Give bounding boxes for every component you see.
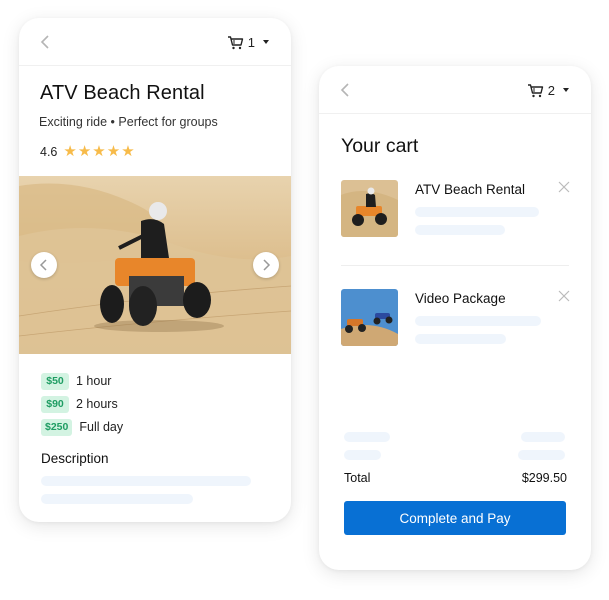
chevron-left-icon [39, 259, 47, 271]
caret-down-icon [563, 88, 569, 92]
total-value: $299.50 [521, 471, 567, 485]
cart-item: ATV Beach Rental [341, 180, 571, 240]
caret-down-icon [263, 40, 269, 44]
price-label: 2 hours [76, 397, 118, 411]
rating-stars: ★ ★ ★ ★ ★ [63, 144, 134, 159]
product-card: 1 ATV Beach Rental Exciting ride • Perfe… [19, 18, 291, 522]
cart-item: Video Package [341, 289, 571, 349]
summary-skeleton [521, 432, 565, 442]
star-icon: ★ [121, 143, 135, 160]
cart-icon [227, 35, 243, 49]
close-icon [558, 290, 570, 302]
cart-item-skeleton-line [415, 334, 506, 344]
close-icon [558, 181, 570, 193]
cart-button[interactable]: 1 [227, 33, 269, 51]
cart-card: 2 Your cart ATV Beach Rental Video Packa… [319, 66, 591, 570]
star-icon: ★ [106, 143, 121, 160]
cart-item-name: ATV Beach Rental [415, 182, 526, 197]
remove-item-button[interactable] [557, 180, 571, 194]
cart-icon [527, 83, 543, 97]
cart-title: Your cart [341, 135, 419, 157]
cart-item-name: Video Package [415, 291, 506, 306]
cart-item-thumbnail [341, 289, 398, 346]
star-icon: ★ [63, 143, 77, 160]
cart-divider [341, 265, 569, 266]
carousel-prev-button[interactable] [31, 252, 57, 278]
price-badge: $50 [41, 372, 69, 390]
star-icon: ★ [77, 143, 92, 160]
product-rating: 4.6 ★ ★ ★ ★ ★ [40, 144, 135, 159]
price-label: Full day [79, 420, 124, 434]
chevron-right-icon [263, 259, 271, 271]
price-badge: $250 [41, 418, 73, 436]
product-image [19, 176, 291, 354]
cart-item-thumbnail [341, 180, 398, 237]
description-skeleton-line [41, 476, 251, 486]
remove-item-button[interactable] [557, 289, 571, 303]
price-label: 1 hour [76, 374, 112, 388]
complete-and-pay-button[interactable]: Complete and Pay [344, 501, 566, 535]
back-button[interactable] [337, 80, 355, 100]
cart-topbar: 2 [319, 66, 591, 114]
product-image-carousel [19, 176, 291, 354]
carousel-next-button[interactable] [253, 252, 279, 278]
summary-skeleton [344, 432, 390, 442]
product-title: ATV Beach Rental [40, 82, 205, 104]
cart-item-skeleton-line [415, 225, 505, 235]
product-subtitle: Exciting ride • Perfect for groups [39, 115, 218, 129]
price-options: $50 1 hour $90 2 hours $250 Full day [41, 372, 123, 441]
back-button[interactable] [37, 32, 55, 52]
cart-item-skeleton-line [415, 207, 539, 217]
cart-button[interactable]: 2 [527, 81, 569, 99]
description-heading: Description [41, 451, 109, 466]
cart-count: 2 [547, 82, 555, 98]
total-row: Total $299.50 [344, 471, 567, 485]
summary-skeleton [344, 450, 381, 460]
chevron-left-icon [40, 35, 49, 49]
product-topbar: 1 [19, 18, 291, 66]
star-icon: ★ [92, 143, 106, 160]
cart-count: 1 [247, 34, 255, 50]
price-badge: $90 [41, 395, 69, 413]
price-option[interactable]: $90 2 hours [41, 395, 123, 413]
cart-item-skeleton-line [415, 316, 541, 326]
chevron-left-icon [340, 83, 349, 97]
price-option[interactable]: $50 1 hour [41, 372, 123, 390]
total-label: Total [344, 471, 371, 485]
description-skeleton-line [41, 494, 193, 504]
rating-value: 4.6 [40, 144, 58, 159]
price-option[interactable]: $250 Full day [41, 418, 123, 436]
summary-skeleton [518, 450, 565, 460]
